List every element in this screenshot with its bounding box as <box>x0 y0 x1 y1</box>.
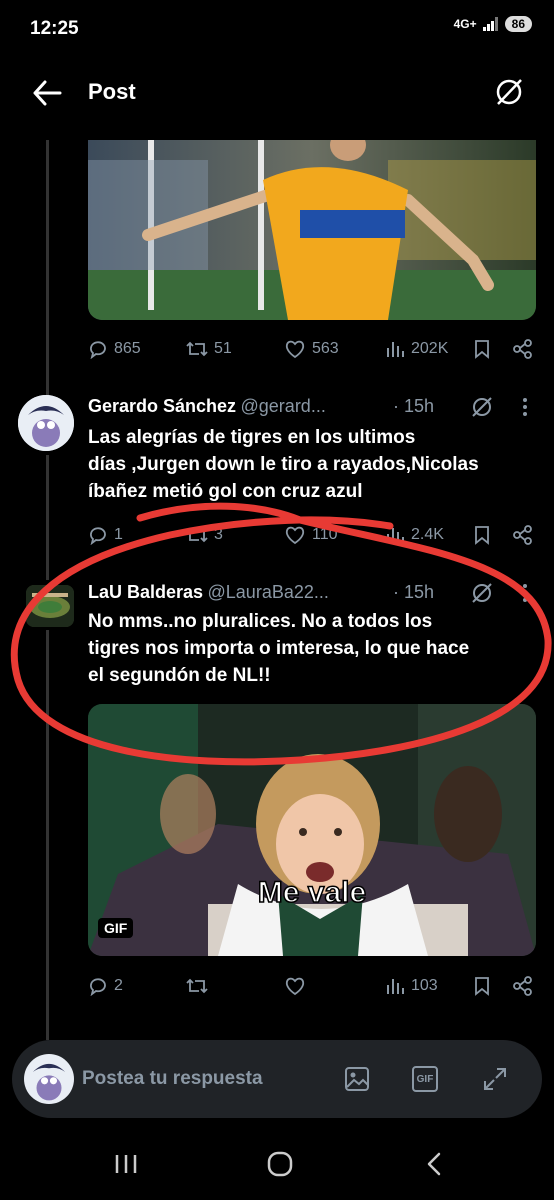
retweet-button[interactable] <box>186 976 208 996</box>
retweet-button[interactable]: 51 <box>186 339 232 359</box>
retweet-icon <box>186 341 208 357</box>
tweet-time: · 15h <box>393 396 435 416</box>
soccer-photo <box>88 140 536 320</box>
back-arrow-icon[interactable] <box>32 80 62 106</box>
tweet-header: Gerardo Sánchez @gerard... <box>88 396 326 417</box>
reply-button[interactable]: 2 <box>88 976 123 996</box>
more-options-icon[interactable] <box>520 396 530 418</box>
avatar-image <box>24 1054 74 1104</box>
tweet-text-line: Las alegrías de tigres en los ultimos <box>88 427 416 448</box>
thread-line <box>46 140 49 395</box>
tweet-image[interactable] <box>88 140 536 320</box>
network-label: 4G+ <box>453 17 477 31</box>
battery-badge: 86 <box>504 16 532 32</box>
avatar-image <box>18 395 74 451</box>
views-button[interactable]: 103 <box>385 976 438 996</box>
views-button[interactable]: 202K <box>385 339 448 359</box>
bookmark-icon[interactable] <box>473 976 491 996</box>
tweet3-actions: 2 103 <box>88 975 538 997</box>
like-button[interactable]: 563 <box>284 339 339 359</box>
reply-button[interactable]: 865 <box>88 339 141 359</box>
like-button[interactable] <box>284 976 306 996</box>
recent-apps-icon[interactable] <box>114 1153 138 1175</box>
heart-icon <box>285 977 305 996</box>
reply-icon <box>90 978 106 996</box>
home-icon[interactable] <box>266 1150 294 1178</box>
gif-button[interactable]: GIF <box>412 1066 438 1092</box>
reply-count: 2 <box>114 977 123 994</box>
reply-count: 865 <box>114 340 141 357</box>
heart-icon <box>285 340 305 359</box>
reply-bar: Postea tu respuesta GIF <box>12 1040 542 1118</box>
reply-input[interactable]: Postea tu respuesta <box>82 1068 263 1090</box>
status-indicators: 4G+ 86 <box>454 16 532 32</box>
tweet1-actions: 865 51 563 202K <box>88 338 538 360</box>
retweet-icon <box>186 978 208 994</box>
signal-icon <box>482 17 498 31</box>
bookmark-icon[interactable] <box>473 339 491 359</box>
gif-badge: GIF <box>98 918 134 938</box>
like-count: 563 <box>312 340 339 357</box>
tweet-text-line: días ,Jurgen down le tiro a rayados,Nico… <box>88 454 479 475</box>
author-handle[interactable]: @gerard... <box>241 396 326 416</box>
expand-icon[interactable] <box>481 1065 509 1093</box>
share-icon[interactable] <box>512 975 534 997</box>
page-title: Post <box>88 79 136 104</box>
back-icon[interactable] <box>424 1151 444 1177</box>
gif-button-label: GIF <box>416 1073 434 1085</box>
views-icon <box>387 979 404 994</box>
system-navbar <box>0 1130 554 1200</box>
view-count: 202K <box>411 340 449 357</box>
avatar[interactable] <box>24 1054 74 1104</box>
view-count: 103 <box>411 977 438 994</box>
author-name[interactable]: Gerardo Sánchez <box>88 396 236 416</box>
gif-caption: Me vale <box>257 875 367 910</box>
views-icon <box>387 342 404 357</box>
avatar[interactable] <box>18 395 74 451</box>
grok-icon[interactable] <box>470 395 494 419</box>
share-icon[interactable] <box>512 338 534 360</box>
status-time: 12:25 <box>30 18 79 39</box>
red-circle-annotation <box>10 502 552 766</box>
grok-icon[interactable] <box>494 77 524 107</box>
reply-icon <box>90 341 106 359</box>
image-icon[interactable] <box>343 1065 371 1093</box>
retweet-count: 51 <box>214 340 232 357</box>
